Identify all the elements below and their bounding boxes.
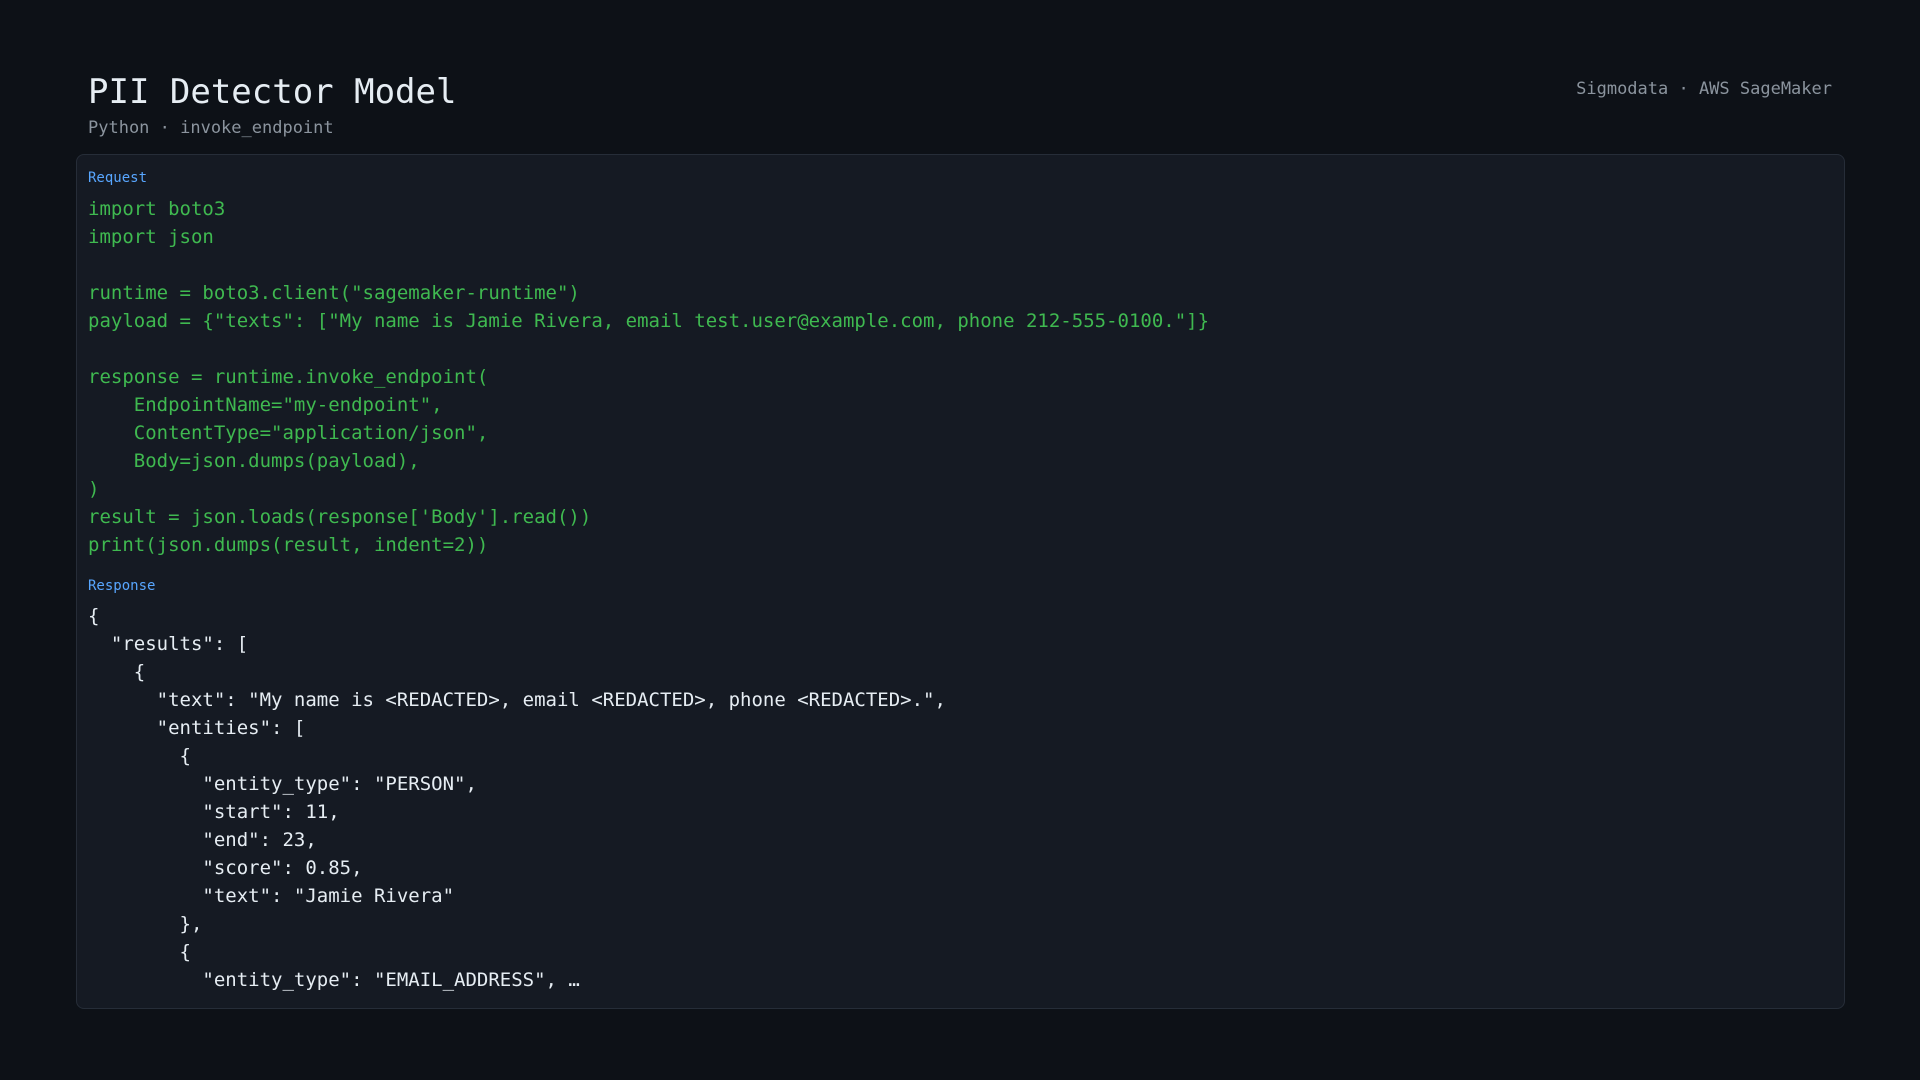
request-code-block: import boto3 import json runtime = boto3…: [88, 198, 1210, 556]
header: PII Detector Model Python · invoke_endpo…: [88, 68, 1832, 148]
response-code-block: { "results": [ { "text": "My name is <RE…: [88, 605, 946, 991]
code-panel: Request import boto3 import json runtime…: [76, 154, 1845, 1009]
request-label: Request: [88, 170, 148, 186]
page-title: PII Detector Model: [88, 72, 457, 112]
response-label: Response: [88, 578, 156, 594]
brand-label: Sigmodata · AWS SageMaker: [1576, 79, 1832, 99]
page-subtitle: Python · invoke_endpoint: [88, 118, 334, 138]
page: PII Detector Model Python · invoke_endpo…: [0, 0, 1920, 1080]
